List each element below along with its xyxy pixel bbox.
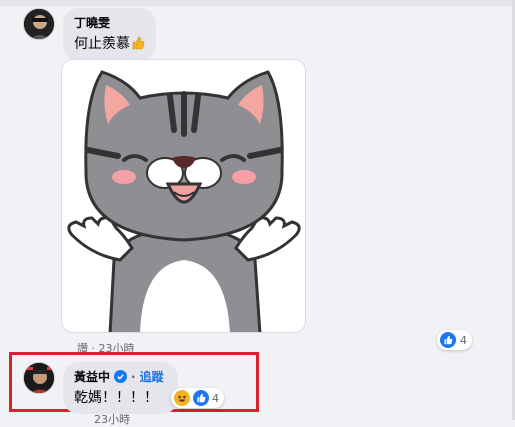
reaction-count: 4 xyxy=(212,391,219,405)
comment-bubble: 黃益中 · 追蹤 乾媽！！！！ xyxy=(63,362,178,414)
comment-text: 何止羨慕 xyxy=(74,33,145,54)
follow-button[interactable]: 追蹤 xyxy=(140,368,164,385)
like-reaction-icon xyxy=(193,390,209,406)
reaction-summary[interactable]: 4 xyxy=(171,388,224,408)
comment-author[interactable]: 丁曉雯 xyxy=(74,14,145,31)
avatar-photo-icon xyxy=(24,9,54,39)
comment-bubble: 丁曉雯 何止羨慕 xyxy=(63,8,156,61)
avatar-photo-icon xyxy=(24,363,54,393)
reaction-summary[interactable]: 4 xyxy=(437,330,472,350)
comment-text: 乾媽！！！！ xyxy=(74,390,158,406)
comment-timestamp[interactable]: 23小時 xyxy=(94,411,130,427)
comment-author-row: 黃益中 · 追蹤 xyxy=(74,368,164,385)
previous-comment-edge xyxy=(0,0,515,6)
verified-badge-icon xyxy=(114,370,128,383)
comment-text-content: 何止羨慕 xyxy=(74,36,130,52)
comment-author[interactable]: 黃益中 xyxy=(74,368,110,385)
comments-page: 丁曉雯 何止羨慕 讚 · 23小時 4 黃益中 · 追蹤 乾媽！！！！ 4 23… xyxy=(0,0,515,426)
avatar[interactable] xyxy=(23,8,55,40)
avatar[interactable] xyxy=(23,362,55,394)
haha-reaction-icon xyxy=(174,390,190,406)
sticker-image[interactable] xyxy=(61,59,306,333)
comment-item: 丁曉雯 何止羨慕 xyxy=(23,8,156,61)
thumbs-up-icon xyxy=(131,36,145,54)
separator-dot: · xyxy=(131,369,136,384)
comment-item: 黃益中 · 追蹤 乾媽！！！！ xyxy=(23,362,178,414)
reaction-count: 4 xyxy=(460,333,467,347)
gray-tabby-cat-shrug-sticker-icon xyxy=(67,70,301,332)
like-reaction-icon xyxy=(440,332,456,348)
